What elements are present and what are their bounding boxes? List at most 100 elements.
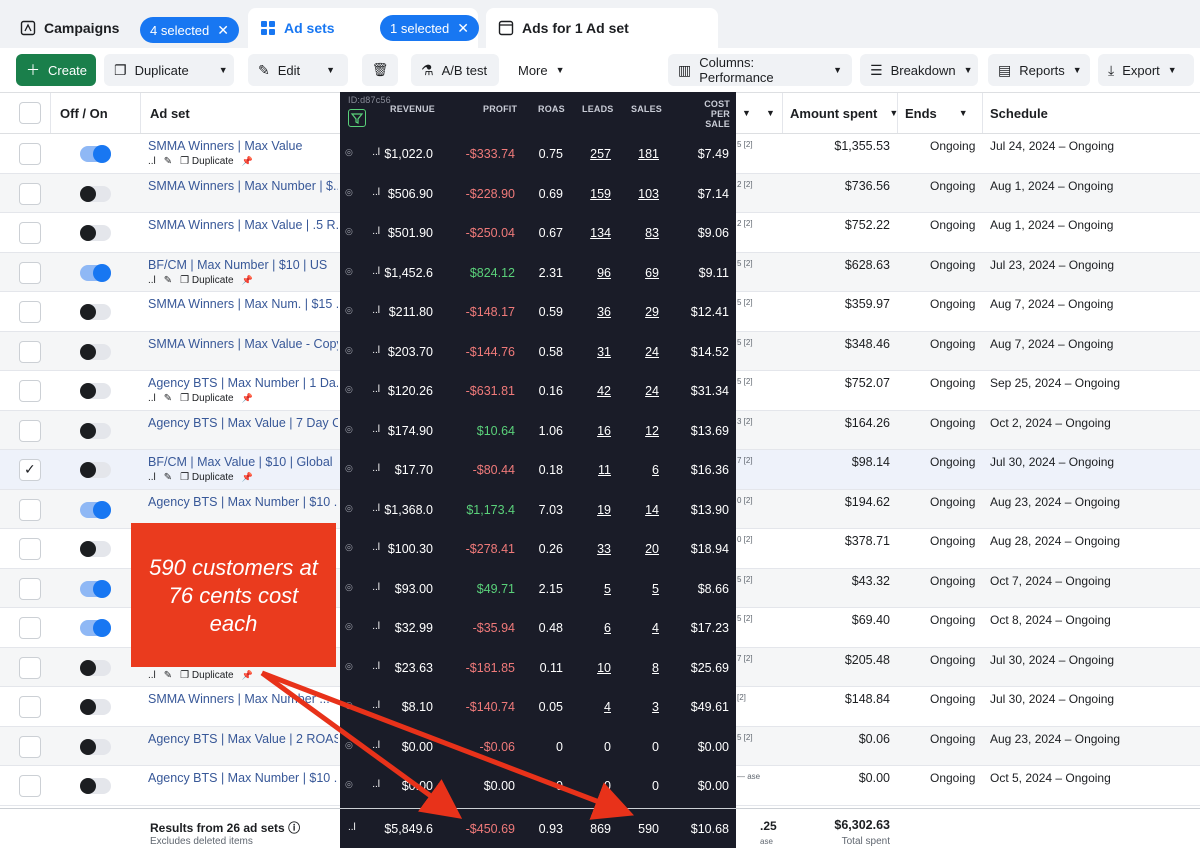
row-toggle[interactable] [80, 422, 111, 439]
ad-set-name[interactable]: SMMA Winners | Max Value | .5 R... [148, 218, 338, 232]
row-checkbox[interactable] [19, 617, 41, 639]
leads-value[interactable]: 33 [575, 542, 611, 556]
row-checkbox[interactable] [19, 538, 41, 560]
row-toggle[interactable] [80, 304, 111, 320]
duplicate-button[interactable]: ❐ Duplicate ▼ [104, 54, 234, 86]
reports-button[interactable]: ▤ Reports ▼ [988, 54, 1090, 86]
leads-value[interactable]: 19 [575, 503, 611, 517]
sales-value[interactable]: 5 [620, 582, 659, 596]
ad-set-name[interactable]: SMMA Winners | Max Value - Copy [148, 337, 338, 351]
pin-icon[interactable]: 📌 [242, 156, 253, 167]
row-toggle[interactable] [80, 383, 111, 399]
row-checkbox[interactable] [19, 735, 41, 758]
row-checkbox[interactable] [19, 459, 41, 481]
leads-value[interactable]: 4 [575, 700, 611, 714]
ad-set-name[interactable]: SMMA Winners | Max Number ... [148, 692, 338, 706]
sales-value[interactable]: 69 [620, 266, 659, 280]
leads-value[interactable]: 31 [575, 345, 611, 359]
sales-value[interactable]: 20 [620, 542, 659, 556]
header-cost-per-sale[interactable]: COST PER SALE [685, 99, 730, 129]
row-checkbox[interactable] [19, 656, 41, 679]
breakdown-button[interactable]: ☰ Breakdown ▼ [860, 54, 978, 86]
leads-value[interactable]: 159 [575, 187, 611, 201]
row-toggle[interactable] [80, 738, 111, 755]
chevron-down-icon[interactable]: ▼ [742, 93, 751, 133]
header-sales[interactable]: SALES [631, 104, 662, 114]
row-toggle[interactable] [80, 263, 111, 282]
row-toggle[interactable] [80, 343, 111, 360]
leads-value[interactable]: 134 [575, 226, 611, 240]
leads-value[interactable]: 10 [575, 661, 611, 675]
chevron-down-icon[interactable]: ▼ [766, 93, 775, 133]
pin-icon[interactable]: 📌 [242, 670, 253, 681]
chart-icon[interactable]: ..l [148, 670, 156, 681]
header-revenue[interactable]: REVENUE [390, 104, 435, 114]
sales-value[interactable]: 181 [620, 147, 659, 161]
sales-value[interactable]: 8 [620, 661, 659, 675]
ad-set-name[interactable]: BF/CM | Max Value | $10 | Global [148, 455, 338, 469]
row-checkbox[interactable] [19, 222, 41, 244]
edit-button[interactable]: ✎ Edit ▼ [248, 54, 348, 86]
select-all-checkbox[interactable] [19, 102, 41, 124]
chevron-down-icon[interactable]: ▼ [326, 65, 335, 75]
header-amount-spent[interactable]: Amount spent ▼ [790, 93, 898, 133]
row-toggle[interactable] [80, 185, 111, 202]
duplicate-action[interactable]: ❐ Duplicate [180, 275, 233, 286]
header-schedule[interactable]: Schedule [990, 93, 1048, 133]
row-checkbox[interactable] [19, 380, 41, 402]
chart-icon[interactable]: ..l [148, 156, 156, 167]
pencil-icon[interactable]: ✎ [164, 472, 172, 483]
sales-value[interactable]: 3 [620, 700, 659, 714]
sales-value[interactable]: 12 [620, 424, 659, 438]
leads-value[interactable]: 16 [575, 424, 611, 438]
columns-button[interactable]: ▥ Columns: Performance ▼ [668, 54, 852, 86]
ad-set-name[interactable]: Agency BTS | Max Value | 7 Day C... [148, 416, 338, 430]
header-off-on[interactable]: Off / On [60, 93, 108, 133]
row-toggle[interactable] [80, 699, 111, 715]
chart-icon[interactable]: ..l [148, 472, 156, 483]
leads-value[interactable]: 42 [575, 384, 611, 398]
header-ends[interactable]: Ends ▼ [905, 93, 968, 133]
row-toggle[interactable] [80, 579, 111, 598]
duplicate-action[interactable]: ❐ Duplicate [180, 393, 233, 404]
row-toggle[interactable] [80, 619, 111, 637]
row-toggle[interactable] [80, 145, 111, 163]
pencil-icon[interactable]: ✎ [164, 156, 172, 167]
leads-value[interactable]: 257 [575, 147, 611, 161]
header-profit[interactable]: PROFIT [483, 104, 517, 114]
duplicate-action[interactable]: ❐ Duplicate [180, 156, 233, 167]
duplicate-action[interactable]: ❐ Duplicate [180, 670, 233, 681]
row-checkbox[interactable] [19, 498, 41, 521]
create-button[interactable]: ＋ Create [16, 54, 96, 86]
row-checkbox[interactable] [19, 577, 41, 600]
tab-campaigns[interactable]: Campaigns [8, 8, 131, 48]
leads-value[interactable]: 5 [575, 582, 611, 596]
header-roas[interactable]: ROAS [538, 104, 565, 114]
info-icon[interactable]: ⓘ [288, 821, 300, 835]
sales-value[interactable]: 83 [620, 226, 659, 240]
ad-set-name[interactable]: BF/CM | Max Number | $10 | US [148, 258, 338, 272]
ad-set-name[interactable]: Agency BTS | Max Number | 1 Da... [148, 376, 338, 390]
pin-icon[interactable]: 📌 [242, 275, 253, 286]
sales-value[interactable]: 6 [620, 463, 659, 477]
sales-value[interactable]: 24 [620, 384, 659, 398]
chevron-down-icon[interactable]: ▼ [219, 65, 228, 75]
sales-value[interactable]: 14 [620, 503, 659, 517]
ad-set-name[interactable]: SMMA Winners | Max Number | $... [148, 179, 338, 193]
sales-value[interactable]: 4 [620, 621, 659, 635]
pencil-icon[interactable]: ✎ [164, 670, 172, 681]
row-toggle[interactable] [80, 462, 111, 478]
adsets-selected-pill[interactable]: 1 selected ✕ [380, 15, 479, 41]
row-toggle[interactable] [80, 659, 111, 676]
row-checkbox[interactable] [19, 696, 41, 718]
leads-value[interactable]: 36 [575, 305, 611, 319]
delete-button[interactable]: 🗑 [362, 54, 398, 86]
pin-icon[interactable]: 📌 [242, 472, 253, 483]
row-checkbox[interactable] [19, 775, 41, 797]
pin-icon[interactable]: 📌 [242, 393, 253, 404]
tab-ads[interactable]: Ads for 1 Ad set [486, 8, 718, 48]
leads-value[interactable]: 11 [575, 463, 611, 477]
row-checkbox[interactable] [19, 301, 41, 323]
ad-set-name[interactable]: Agency BTS | Max Number | $10 ... [148, 771, 338, 785]
filter-icon[interactable] [348, 109, 366, 127]
